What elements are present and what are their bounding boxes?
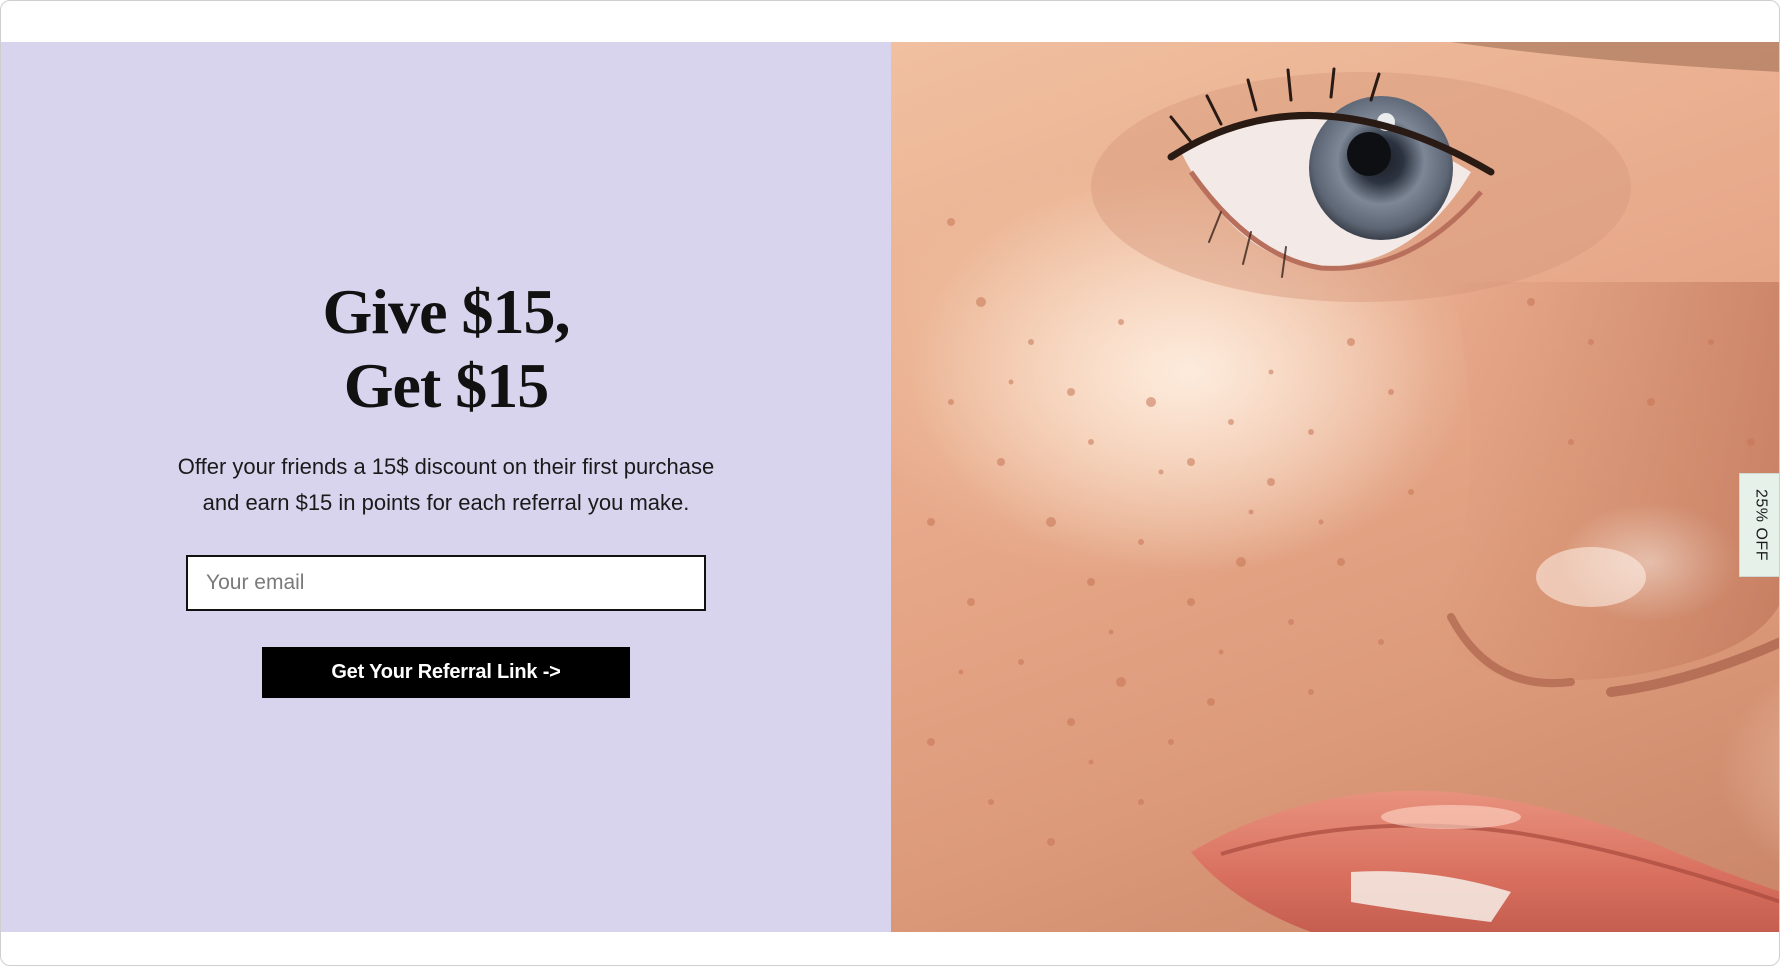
headline-line-2: Get $15 bbox=[343, 350, 550, 421]
hero-photo: 25% OFF bbox=[891, 42, 1779, 932]
headline-line-1: Give $15, bbox=[322, 276, 571, 347]
discount-side-tab-label: 25% OFF bbox=[1752, 489, 1770, 561]
page-title: Give $15, Get $15 bbox=[1, 275, 891, 423]
description-line-2: and earn $15 in points for each referral… bbox=[202, 490, 690, 515]
promo-description: Offer your friends a 15$ discount on the… bbox=[1, 449, 891, 521]
discount-side-tab[interactable]: 25% OFF bbox=[1739, 473, 1779, 577]
email-field[interactable] bbox=[186, 555, 706, 611]
get-referral-link-button[interactable]: Get Your Referral Link -> bbox=[262, 647, 630, 698]
face-photo-illustration bbox=[911, 42, 1779, 932]
referral-hero: Give $15, Get $15 Offer your friends a 1… bbox=[1, 42, 1779, 932]
description-line-1: Offer your friends a 15$ discount on the… bbox=[177, 454, 715, 479]
referral-promo-panel: Give $15, Get $15 Offer your friends a 1… bbox=[1, 42, 891, 932]
page-frame: Give $15, Get $15 Offer your friends a 1… bbox=[0, 0, 1780, 966]
